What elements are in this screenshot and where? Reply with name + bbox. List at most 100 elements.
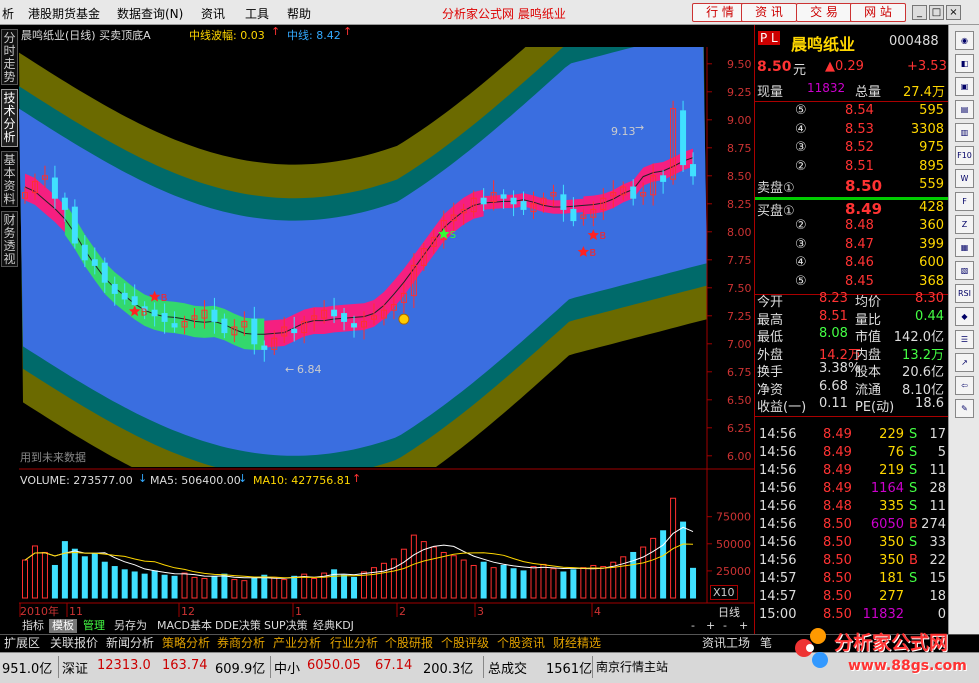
tab-manage[interactable]: 管理 [80, 619, 108, 633]
tool-button-icon[interactable]: ▤ [955, 100, 974, 119]
tick-price: 8.50 [823, 553, 852, 568]
tool-button-icon[interactable]: ◧ [955, 54, 974, 73]
tick-row[interactable]: 14:56 8.48 335 S 11 [755, 499, 948, 517]
close-icon[interactable]: × [946, 5, 961, 20]
tab-finance-picks[interactable]: 财经精选 [553, 636, 601, 651]
stat-value: 8.51 [819, 308, 848, 324]
tool-button-icon[interactable]: ▥ [955, 123, 974, 142]
tool-button-icon[interactable]: ▣ [955, 77, 974, 96]
zoom-in-button[interactable]: + [703, 619, 718, 633]
tab-kdj[interactable]: 经典KDJ [310, 619, 357, 633]
scroll-right-button[interactable]: + [736, 619, 751, 633]
tool-button-icon[interactable]: Z [955, 215, 974, 234]
tab-save-as[interactable]: 另存为 [111, 619, 150, 633]
tab-related-quotes[interactable]: 关联报价 [50, 636, 98, 651]
tick-row[interactable]: 14:56 8.49 1164 S 28 [755, 481, 948, 499]
candle-body [510, 197, 517, 205]
zoom-out-button[interactable]: - [688, 619, 698, 633]
tab-strategy[interactable]: 策略分析 [162, 636, 210, 651]
menu-item-hk-futures[interactable]: 港股期货基金 [28, 5, 100, 22]
buy-level-row[interactable]: 买盘① 8.49 428 [755, 200, 948, 219]
tick-volume: 1164 [870, 481, 904, 496]
tab-intraday[interactable]: 分时走势 [1, 29, 18, 85]
restore-icon[interactable]: □ [929, 5, 944, 20]
tool-button-icon[interactable]: F10 [955, 146, 974, 165]
tick-row[interactable]: 14:56 8.50 350 S 33 [755, 535, 948, 553]
tool-button-icon[interactable]: ☰ [955, 330, 974, 349]
tool-button-icon[interactable]: ▧ [955, 261, 974, 280]
scroll-left-button[interactable]: - [720, 619, 730, 633]
menu-item-data-query[interactable]: 数据查询(N) [117, 5, 183, 22]
volume-bar [520, 570, 527, 599]
website-button[interactable]: 网 站 [850, 3, 906, 22]
tick-row[interactable]: 14:56 8.49 76 S 5 [755, 445, 948, 463]
sell-level-label: ⑤ [795, 103, 807, 118]
stock-code: 000488 [889, 34, 939, 49]
tab-info-workshop[interactable]: 资讯工场 [702, 636, 750, 651]
tick-count: 11 [929, 499, 946, 514]
news-button[interactable]: 资 讯 [741, 3, 797, 22]
tick-row[interactable]: 14:57 8.50 277 18 [755, 589, 948, 607]
menu-item-tools[interactable]: 工具 [245, 5, 269, 22]
tool-button-icon[interactable]: ↗ [955, 353, 974, 372]
buy-signal-label: B [599, 231, 606, 242]
tab-sector[interactable]: 行业分析 [330, 636, 378, 651]
menu-item-news[interactable]: 资讯 [201, 5, 225, 22]
tab-financials[interactable]: 财务透视 [1, 211, 18, 267]
volume-bar [440, 551, 447, 599]
kline-chart[interactable]: BBSBB 9.50 9.25 9.00 8.75 8.50 8.25 8.00 7.75 7.… [19, 25, 754, 620]
tab-dde[interactable]: DDE决策 [212, 619, 264, 633]
tab-sup[interactable]: SUP决策 [261, 619, 311, 633]
tick-count: 274 [921, 517, 946, 532]
server-name[interactable]: 南京行情主站 [596, 658, 668, 675]
inner-band [19, 47, 707, 456]
sell-level-row[interactable]: ③ 8.52 975 [755, 140, 948, 158]
trade-button[interactable]: 交 易 [796, 3, 852, 22]
sell-level-row[interactable]: ④ 8.53 3308 [755, 122, 948, 140]
tool-button-icon[interactable]: RSI [955, 284, 974, 303]
sell-level-row[interactable]: 卖盘① 8.50 559 [755, 177, 948, 196]
sell-level-row[interactable]: ⑤ 8.54 595 [755, 103, 948, 121]
tick-row[interactable]: 14:56 8.49 219 S 11 [755, 463, 948, 481]
tab-research[interactable]: 个股研报 [385, 636, 433, 651]
volume-bar [590, 564, 597, 599]
tool-button-icon[interactable]: ▦ [955, 238, 974, 257]
tick-count: 11 [929, 463, 946, 478]
tool-button-icon[interactable]: W [955, 169, 974, 188]
buy-level-row[interactable]: ⑤ 8.45 368 [755, 274, 948, 292]
tab-extension[interactable]: 扩展区 [4, 636, 40, 651]
tab-fundamentals[interactable]: 基本资料 [1, 151, 18, 207]
tick-time: 14:56 [759, 481, 797, 496]
up-arrow-icon: ↑ [352, 472, 362, 485]
tab-broker[interactable]: 券商分析 [217, 636, 265, 651]
tool-button-icon[interactable]: F [955, 192, 974, 211]
tick-row[interactable]: 14:56 8.50 350 B 22 [755, 553, 948, 571]
minimize-icon[interactable]: _ [912, 5, 927, 20]
tick-row[interactable]: 14:56 8.50 6050 B 274 [755, 517, 948, 535]
tab-indicator[interactable]: 指标 [19, 619, 47, 633]
buy-level-row[interactable]: ③ 8.47 399 [755, 237, 948, 255]
tab-pen[interactable]: 笔 [760, 636, 772, 651]
tab-technical[interactable]: 技术分析 [1, 89, 18, 147]
tab-macd[interactable]: MACD基本 [154, 619, 215, 633]
buy-level-row[interactable]: ④ 8.46 600 [755, 255, 948, 273]
tool-button-icon[interactable]: ◉ [955, 31, 974, 50]
tick-row[interactable]: 14:57 8.50 181 S 15 [755, 571, 948, 589]
sell-level-row[interactable]: ② 8.51 895 [755, 159, 948, 177]
tab-news-analysis[interactable]: 新闻分析 [106, 636, 154, 651]
tick-row[interactable]: 14:56 8.49 229 S 17 [755, 427, 948, 445]
quotes-button[interactable]: 行 情 [692, 3, 748, 22]
candle-body [331, 309, 338, 317]
tool-button-icon[interactable]: ✎ [955, 399, 974, 418]
tick-price: 8.50 [823, 589, 852, 604]
tab-template[interactable]: 模板 [49, 619, 77, 633]
tab-stock-news[interactable]: 个股资讯 [497, 636, 545, 651]
menu-item-help[interactable]: 帮助 [287, 5, 311, 22]
chart-title: 晨鸣纸业(日线) 买卖顶底A [21, 29, 151, 42]
tool-button-icon[interactable]: ◆ [955, 307, 974, 326]
tab-rating[interactable]: 个股评级 [441, 636, 489, 651]
menu-item-analysis[interactable]: 析 [2, 5, 14, 22]
tab-industry-chain[interactable]: 产业分析 [273, 636, 321, 651]
buy-level-row[interactable]: ② 8.48 360 [755, 218, 948, 236]
tool-button-icon[interactable]: ⇦ [955, 376, 974, 395]
